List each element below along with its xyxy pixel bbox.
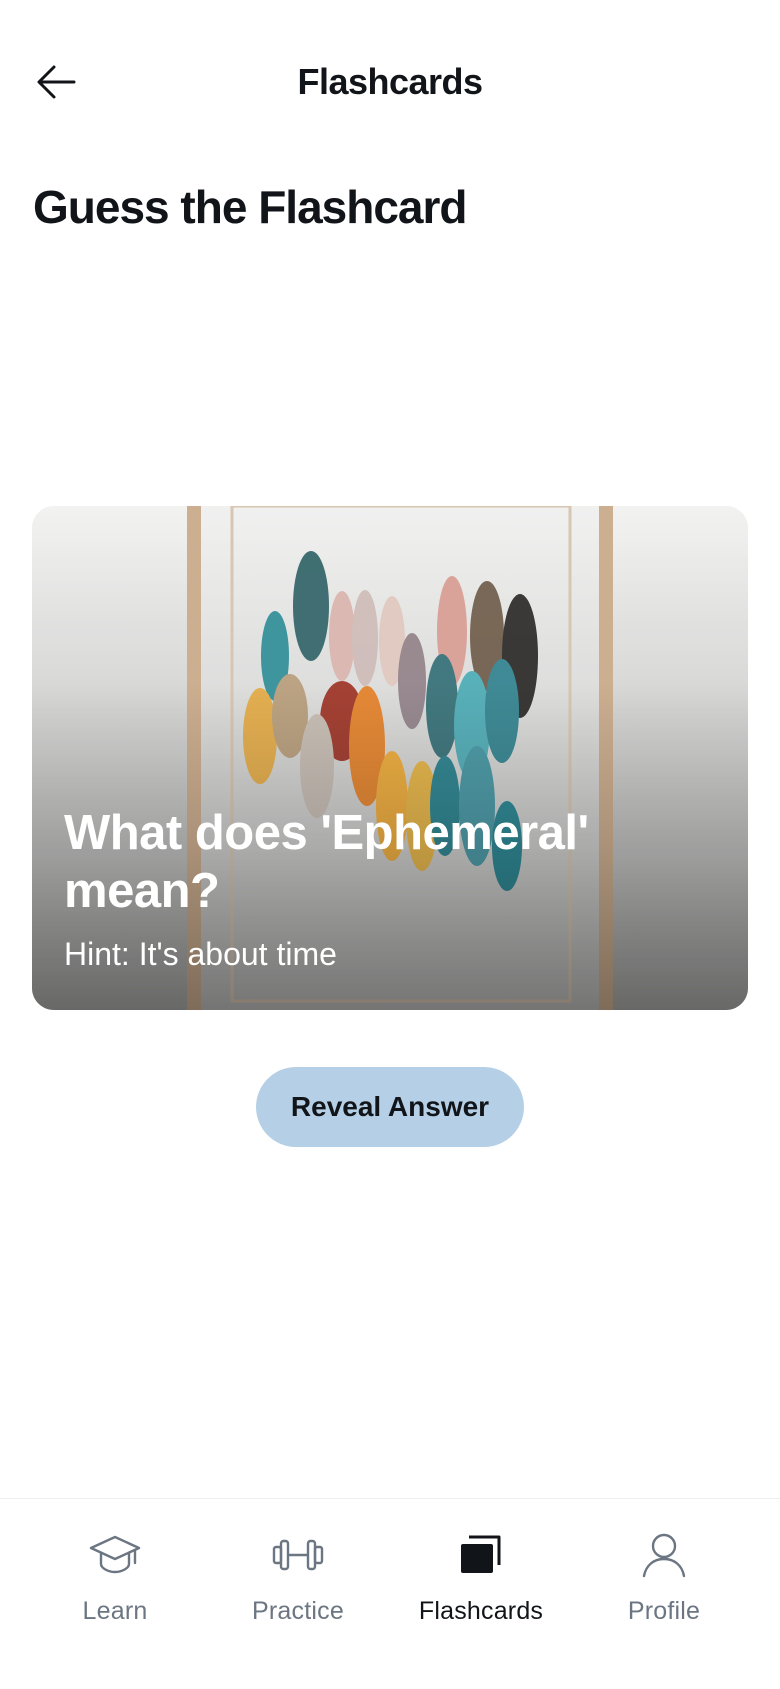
card-hint: Hint: It's about time xyxy=(64,936,337,972)
nav-label-flashcards: Flashcards xyxy=(418,1597,544,1625)
dumbbell-icon xyxy=(268,1525,328,1585)
reveal-answer-button[interactable]: Reveal Answer xyxy=(256,1067,524,1147)
nav-label-profile: Profile xyxy=(627,1597,701,1625)
nav-label-learn: Learn xyxy=(82,1597,148,1625)
cards-icon xyxy=(451,1525,511,1585)
graduation-cap-icon xyxy=(85,1525,145,1585)
nav-item-learn[interactable]: Learn xyxy=(23,1523,207,1653)
user-icon xyxy=(634,1525,694,1585)
nav-item-profile[interactable]: Profile xyxy=(572,1523,756,1653)
nav-item-practice[interactable]: Practice xyxy=(206,1523,390,1653)
bottom-nav: Learn Practice Flashcards Profile xyxy=(0,1498,780,1689)
flashcard[interactable]: What does 'Ephemeral' mean? Hint: It's a… xyxy=(32,506,748,1010)
card-question: What does 'Ephemeral' mean? xyxy=(64,806,589,918)
app-header: Flashcards xyxy=(0,0,780,162)
header-title: Flashcards xyxy=(297,61,483,102)
page-title: Guess the Flashcard xyxy=(33,181,467,233)
nav-item-flashcards[interactable]: Flashcards xyxy=(389,1523,573,1653)
nav-label-practice: Practice xyxy=(252,1597,344,1625)
